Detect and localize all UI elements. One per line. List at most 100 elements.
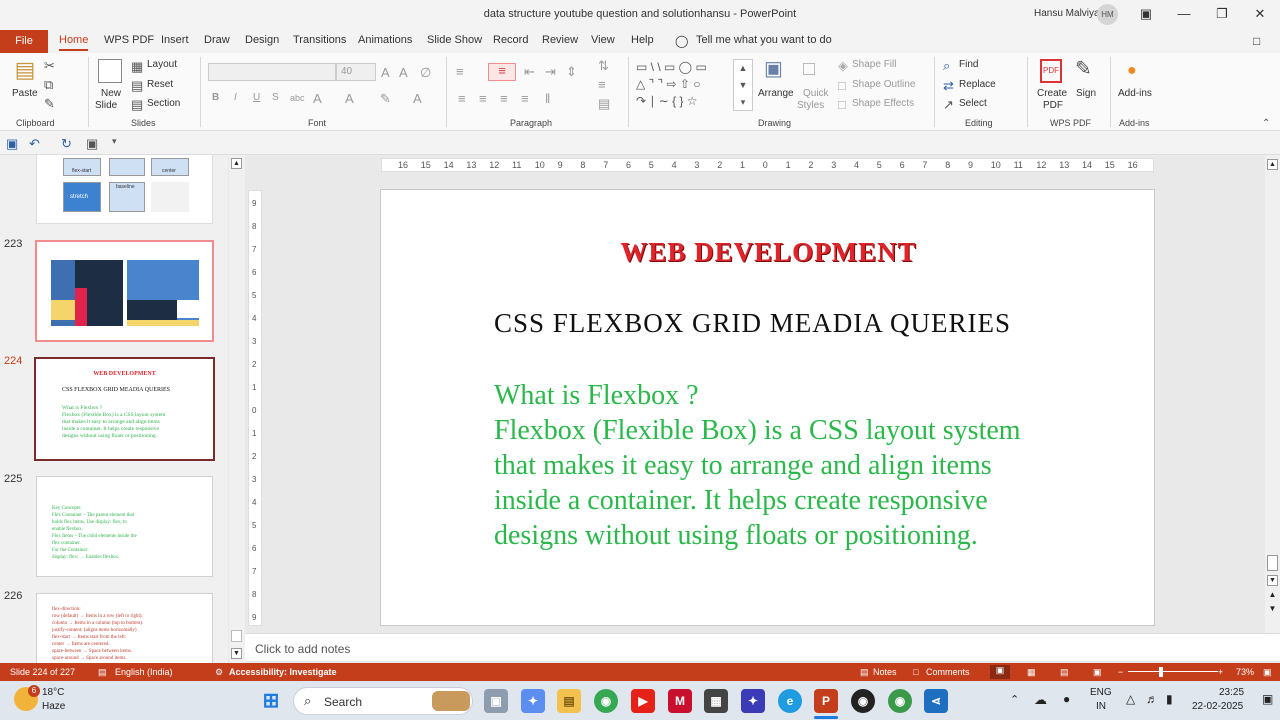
- avatar[interactable]: HM: [1097, 4, 1118, 25]
- text-color-icon[interactable]: A: [413, 92, 422, 105]
- addins-button[interactable]: Add-ins: [1118, 88, 1152, 99]
- italic-button[interactable]: I: [234, 92, 237, 103]
- slide-thumbnail-222[interactable]: flex-start center stretch baseline: [36, 155, 213, 224]
- accessibility-icon[interactable]: ⚙: [215, 667, 223, 678]
- onedrive-icon[interactable]: ☁: [1034, 692, 1047, 708]
- reset-button[interactable]: Reset: [147, 79, 173, 90]
- quick-styles-label-1[interactable]: Quick: [803, 88, 829, 99]
- format-painter-icon[interactable]: ✎: [44, 97, 55, 110]
- microphone-icon[interactable]: ●: [1063, 692, 1070, 706]
- slide-sorter-icon[interactable]: ▦: [1027, 667, 1036, 678]
- clock-date[interactable]: 22-02-2025: [1192, 701, 1243, 712]
- align-right-icon[interactable]: ≡: [500, 92, 508, 105]
- shape-outline-icon[interactable]: □: [838, 79, 846, 92]
- align-center-icon[interactable]: ≡: [479, 92, 487, 105]
- layout-icon[interactable]: ▦: [131, 60, 143, 73]
- chrome-icon[interactable]: ◉: [594, 689, 618, 713]
- sign-button[interactable]: Sign: [1076, 88, 1096, 99]
- maximize-icon[interactable]: ❐: [1210, 4, 1234, 24]
- reading-view-icon[interactable]: ▤: [1060, 667, 1069, 678]
- create-pdf-label-2[interactable]: PDF: [1043, 100, 1063, 111]
- clock-time[interactable]: 23:25: [1219, 687, 1244, 698]
- previous-slide-icon[interactable]: ▲: [1267, 590, 1278, 601]
- shape-effects-icon[interactable]: □: [838, 98, 846, 111]
- zoom-level[interactable]: 73%: [1236, 667, 1254, 677]
- strikethrough-button[interactable]: S: [272, 92, 279, 103]
- columns-icon[interactable]: ‖: [545, 92, 550, 105]
- youtube-icon[interactable]: ▶: [631, 689, 655, 713]
- find-icon[interactable]: ⌕: [943, 59, 950, 72]
- vscode-icon[interactable]: ⋖: [924, 689, 948, 713]
- ribbon-display-icon[interactable]: ▣: [1134, 4, 1158, 24]
- language-status[interactable]: English (India): [115, 667, 173, 677]
- clear-formatting-icon[interactable]: ∅: [420, 66, 431, 79]
- sign-icon[interactable]: ✎: [1075, 59, 1092, 79]
- font-color-icon[interactable]: A: [313, 92, 322, 105]
- tab-record[interactable]: Record: [493, 34, 528, 46]
- customize-qat-icon[interactable]: ▾: [112, 137, 117, 146]
- slide-thumbnail-225[interactable]: Key Concepts: Flex Container – The paren…: [36, 476, 213, 577]
- scroll-up-icon[interactable]: ▲: [231, 158, 242, 169]
- minimize-icon[interactable]: —: [1172, 4, 1196, 24]
- find-button[interactable]: Find: [959, 59, 978, 70]
- replace-icon[interactable]: ⇄: [943, 79, 954, 92]
- scroll-down-icon[interactable]: ▼: [231, 648, 242, 659]
- paste-button[interactable]: Paste: [12, 88, 38, 99]
- section-icon[interactable]: ▤: [131, 98, 143, 111]
- fit-to-window-icon[interactable]: ▣: [1263, 667, 1272, 678]
- undo-icon[interactable]: ↶: [29, 137, 40, 150]
- accessibility-status[interactable]: Accessibility: Investigate: [229, 667, 337, 677]
- font-size-box[interactable]: 40: [336, 63, 376, 81]
- slide-subtitle[interactable]: CSS FLEXBOX GRID MEADIA QUERIES: [494, 308, 1011, 339]
- smartart-icon[interactable]: ▤: [598, 97, 610, 110]
- scroll-down-icon[interactable]: ▼: [1267, 575, 1278, 586]
- tab-insert[interactable]: Insert: [161, 34, 189, 46]
- font-name-box[interactable]: [208, 63, 336, 81]
- new-slide-label-2[interactable]: Slide: [95, 100, 117, 111]
- cut-icon[interactable]: ✂: [44, 59, 55, 72]
- paste-icon[interactable]: ▤: [13, 59, 37, 85]
- language-indicator-2[interactable]: IN: [1096, 701, 1106, 712]
- reset-icon[interactable]: ▤: [131, 79, 143, 92]
- save-icon[interactable]: ▣: [6, 137, 18, 150]
- justify-icon[interactable]: ≡: [521, 92, 529, 105]
- windows-start-icon[interactable]: ⊞: [259, 689, 283, 713]
- normal-view-icon[interactable]: ▣: [990, 665, 1010, 679]
- slide-title[interactable]: WEB DEVELOPMENT: [381, 237, 1156, 268]
- task-view-icon[interactable]: ▣: [484, 689, 508, 713]
- redo-icon[interactable]: ↻: [61, 137, 72, 150]
- scroll-up-icon[interactable]: ▲: [1267, 159, 1278, 170]
- tell-me-search[interactable]: Tell me what you want to do: [696, 34, 832, 46]
- spelling-icon[interactable]: ▤: [98, 667, 107, 678]
- quick-styles-label-2[interactable]: Styles: [797, 100, 824, 111]
- layout-button[interactable]: Layout: [147, 59, 177, 70]
- close-icon[interactable]: ✕: [1248, 4, 1272, 24]
- tab-file[interactable]: File: [0, 30, 48, 53]
- edge-icon[interactable]: e: [778, 689, 802, 713]
- tab-slide-show[interactable]: Slide Show: [427, 34, 482, 46]
- canvas-scrollbar[interactable]: ▲ ▼ ▲ ▼: [1265, 155, 1280, 633]
- bold-button[interactable]: B: [212, 92, 219, 103]
- bullets-icon[interactable]: ≡: [456, 65, 464, 78]
- addins-icon[interactable]: ●: [1127, 63, 1137, 79]
- slide-thumbnail-226[interactable]: flex-direction: row (default) → Items in…: [36, 593, 213, 663]
- slideshow-icon[interactable]: ▣: [1093, 667, 1102, 678]
- next-slide-icon[interactable]: ▼: [1267, 604, 1278, 615]
- slide-thumbnail-223[interactable]: [35, 240, 214, 342]
- grow-font-icon[interactable]: A: [381, 66, 390, 79]
- battery-icon[interactable]: ▮: [1166, 692, 1173, 706]
- file-explorer-icon[interactable]: ▤: [557, 689, 581, 713]
- weather-temp[interactable]: 18°C: [42, 687, 64, 698]
- shape-fill-icon[interactable]: ◈: [838, 59, 848, 72]
- notifications-icon[interactable]: ▣: [1262, 692, 1273, 706]
- tab-design[interactable]: Design: [245, 34, 279, 46]
- weather-desc[interactable]: Haze: [42, 701, 65, 712]
- underline-button[interactable]: U: [253, 92, 260, 103]
- tab-home[interactable]: Home: [59, 34, 89, 51]
- shape-effects-button[interactable]: Shape Effects: [852, 98, 914, 109]
- create-pdf-icon[interactable]: PDF: [1040, 59, 1062, 83]
- increase-indent-icon[interactable]: ⇥: [545, 65, 556, 78]
- select-button[interactable]: Select: [959, 98, 987, 109]
- copilot-icon[interactable]: ✦: [521, 689, 545, 713]
- wifi-icon[interactable]: △: [1126, 692, 1135, 706]
